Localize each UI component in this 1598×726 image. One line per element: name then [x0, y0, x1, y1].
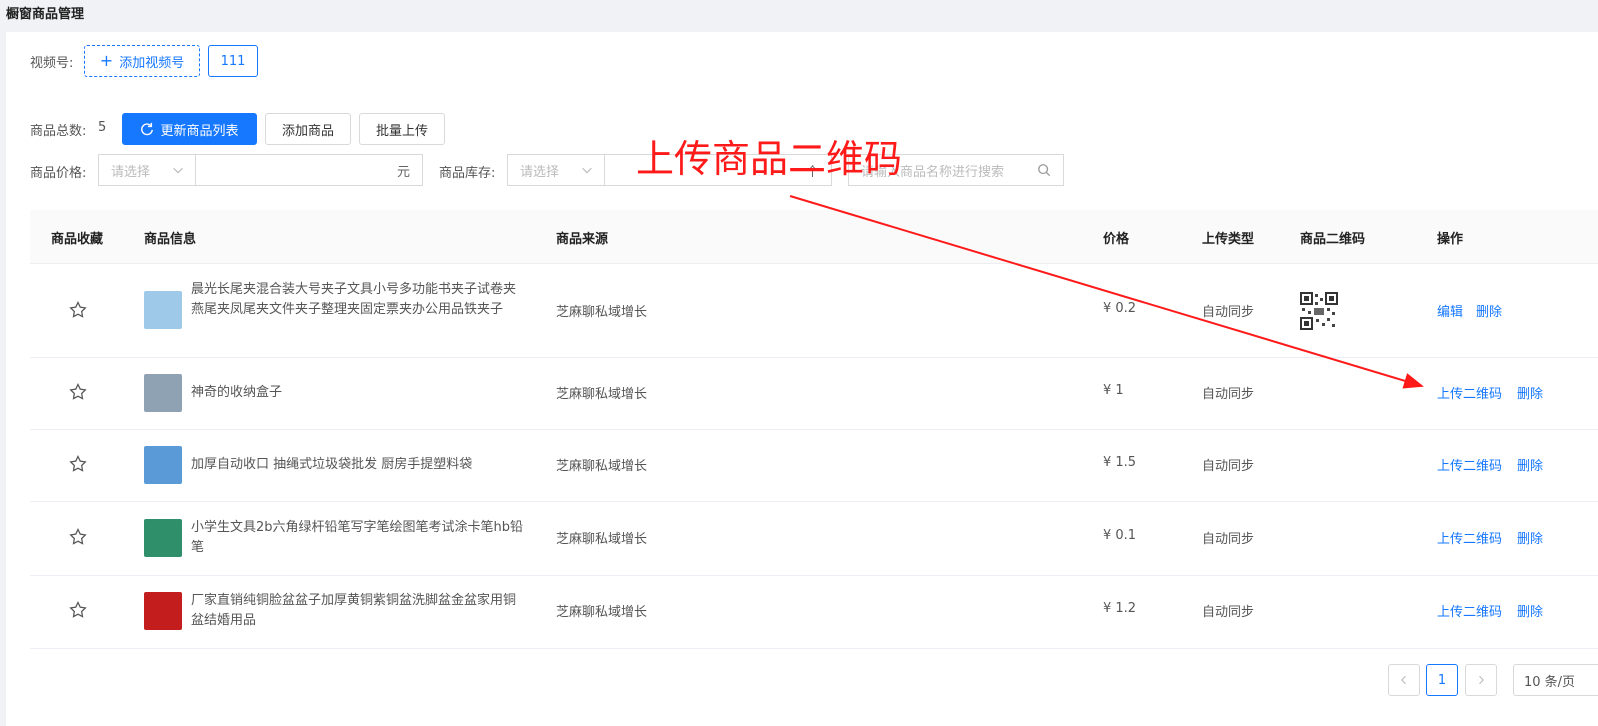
annotation-arrow	[789, 195, 1424, 389]
